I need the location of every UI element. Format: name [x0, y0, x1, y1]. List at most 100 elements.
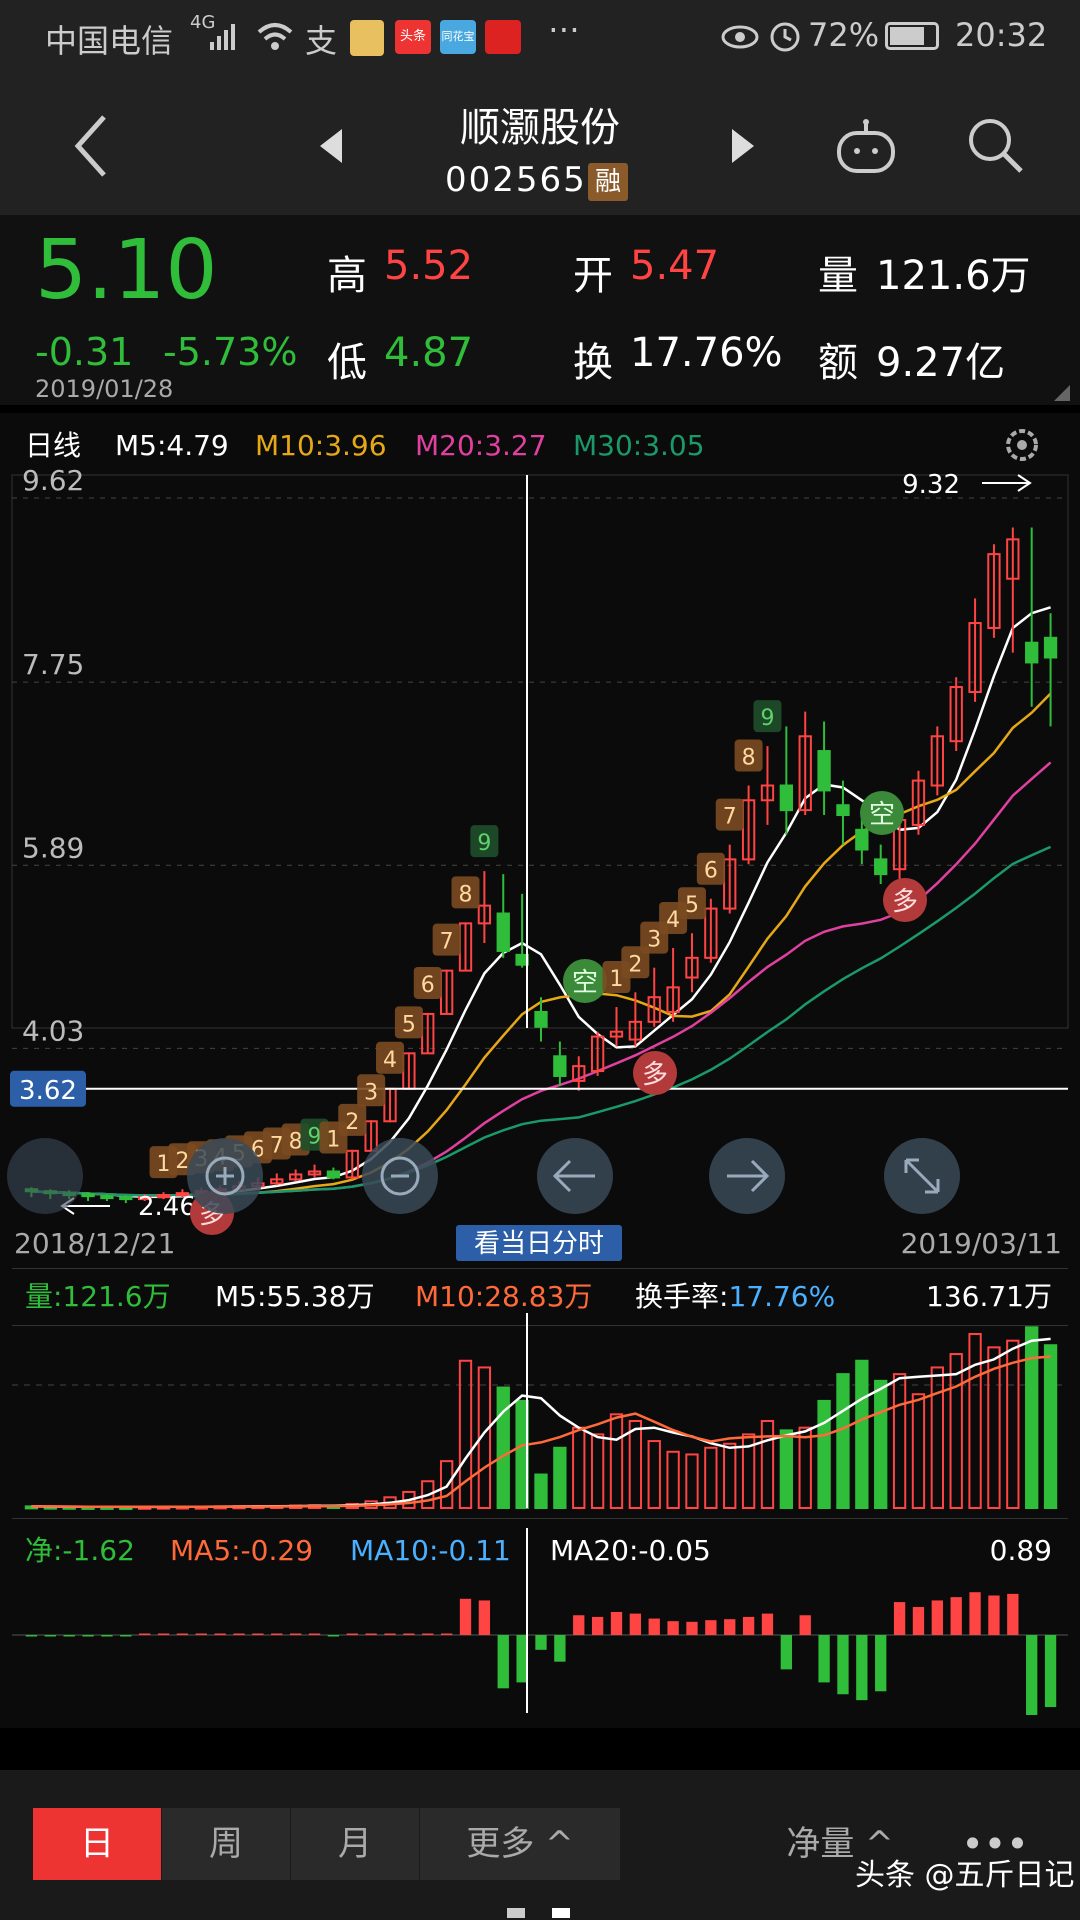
- volume-bar: [534, 1473, 548, 1510]
- volume-bar: [836, 1373, 850, 1510]
- open-value: 5.47: [630, 243, 720, 289]
- m5-legend: M5:4.79: [115, 429, 229, 462]
- net-bar: [497, 1635, 509, 1689]
- svg-text:多: 多: [892, 887, 918, 917]
- net-bar: [403, 1633, 415, 1635]
- chart-panel[interactable]: 日线 M5:4.79 M10:3.96 M20:3.27 M30:3.05 9.…: [0, 413, 1080, 1728]
- scroll-left-button[interactable]: [537, 1138, 613, 1214]
- zoom-in-button[interactable]: [187, 1138, 263, 1214]
- low-label: 低: [327, 340, 367, 386]
- net-ma20-legend: MA20:-0.05: [550, 1534, 711, 1567]
- net-bar: [648, 1618, 660, 1635]
- volume-bar: [704, 1446, 718, 1510]
- kline-chart[interactable]: 日线 M5:4.79 M10:3.96 M20:3.27 M30:3.05 9.…: [0, 413, 1080, 1728]
- volume-bar: [647, 1440, 661, 1509]
- net-bar: [912, 1607, 925, 1635]
- net-bar: [384, 1633, 396, 1635]
- tab-week[interactable]: 周: [162, 1808, 290, 1880]
- turnover-value: 17.76%: [630, 330, 783, 376]
- volume-bar: [798, 1426, 812, 1510]
- quote-date: 2019/01/28: [35, 375, 174, 403]
- page-indicator: [507, 1908, 525, 1918]
- net-bar: [780, 1635, 793, 1670]
- volume-bar: [723, 1442, 737, 1509]
- net-bar: [969, 1592, 981, 1635]
- volume-bar: [590, 1433, 605, 1510]
- volume-bar: [666, 1450, 680, 1510]
- net-bar: [63, 1635, 75, 1637]
- td-counter-number: 6: [421, 973, 435, 998]
- tab-more[interactable]: 更多 ^: [420, 1808, 620, 1880]
- m30-legend: M30:3.05: [573, 429, 705, 462]
- net-bar: [252, 1633, 264, 1635]
- net-bar: [742, 1616, 755, 1635]
- fullscreen-button[interactable]: [884, 1138, 960, 1214]
- volume-bar: [892, 1373, 907, 1510]
- quote-panel: 5.10 -0.31 -5.73% 2019/01/28 高 5.52 开 5.…: [0, 215, 1080, 405]
- search-icon[interactable]: [965, 115, 1025, 175]
- net-bar: [176, 1633, 189, 1635]
- net-bar: [573, 1615, 585, 1635]
- m10-legend: M10:3.96: [255, 429, 387, 462]
- price-axis-label: 5.89: [22, 831, 84, 864]
- tab-month[interactable]: 月: [291, 1808, 419, 1880]
- svg-text:空: 空: [572, 968, 598, 998]
- robot-icon[interactable]: [835, 117, 897, 175]
- sell-signal: 空: [860, 791, 904, 835]
- volume-bar: [779, 1429, 794, 1509]
- td-counter-number: 3: [364, 1080, 378, 1105]
- net-bar: [931, 1600, 943, 1635]
- intraday-button-label: 看当日分时: [474, 1229, 604, 1259]
- next-stock-icon[interactable]: [730, 127, 756, 165]
- price-axis-label: 4.03: [22, 1014, 84, 1047]
- net-bar: [1044, 1635, 1057, 1708]
- net-ma10-legend: MA10:-0.11: [350, 1534, 511, 1567]
- last-price: 5.10: [35, 223, 218, 318]
- settings-icon[interactable]: [1006, 429, 1038, 461]
- candle-body: [1025, 641, 1039, 664]
- net-bar: [893, 1602, 906, 1635]
- tab-day[interactable]: 日: [33, 1808, 161, 1880]
- net-bar: [761, 1613, 774, 1635]
- amount-label: 额: [818, 340, 858, 386]
- carrier-label: 中国电信: [45, 22, 174, 60]
- volume-bar: [1043, 1344, 1058, 1510]
- td-counter-number: 9: [760, 706, 774, 731]
- net-bar: [950, 1597, 962, 1635]
- eye-icon: [721, 25, 759, 49]
- volume-bar: [609, 1413, 624, 1509]
- price-gridlines: [12, 497, 1068, 1049]
- bottom-tabbar: 日 周 月 更多 ^ 净量 ^ ••• 头条 @五斤日记: [0, 1770, 1080, 1920]
- net-bar: [271, 1633, 283, 1635]
- volume-bar: [1006, 1339, 1020, 1509]
- candle-body: [496, 912, 510, 952]
- max-price-label: 9.32: [902, 470, 960, 500]
- net-bar: [837, 1635, 849, 1695]
- net-bar: [139, 1633, 151, 1635]
- volume-bar: [949, 1353, 963, 1510]
- alipay-icon: 支: [305, 22, 338, 60]
- volume-bar: [628, 1419, 643, 1510]
- net-bar: [195, 1633, 207, 1635]
- net-bar: [1026, 1635, 1038, 1715]
- net-bar: [214, 1633, 226, 1635]
- volume-bar: [572, 1426, 586, 1510]
- td-counter-number: 8: [742, 746, 756, 771]
- zoom-button-partial[interactable]: [7, 1138, 83, 1214]
- net-bar: [478, 1600, 491, 1635]
- volume-bar: [911, 1393, 926, 1509]
- expand-corner-icon[interactable]: [1052, 383, 1072, 403]
- more-notifications-icon: ⋯: [548, 10, 580, 48]
- net-bar: [82, 1635, 94, 1637]
- m20-legend: M20:3.27: [415, 429, 547, 462]
- price-axis-label: 9.62: [22, 464, 84, 497]
- period-label: 日线: [25, 429, 81, 462]
- zoom-out-button[interactable]: [362, 1138, 438, 1214]
- candle-body: [874, 858, 888, 876]
- scroll-right-button[interactable]: [709, 1138, 785, 1214]
- volume-m10-legend: M10:28.83万: [415, 1280, 592, 1313]
- volume-bar: [1025, 1326, 1039, 1509]
- candle-body: [1043, 636, 1058, 659]
- net-bar: [818, 1635, 830, 1683]
- volume-max-label: 136.71万: [926, 1280, 1052, 1313]
